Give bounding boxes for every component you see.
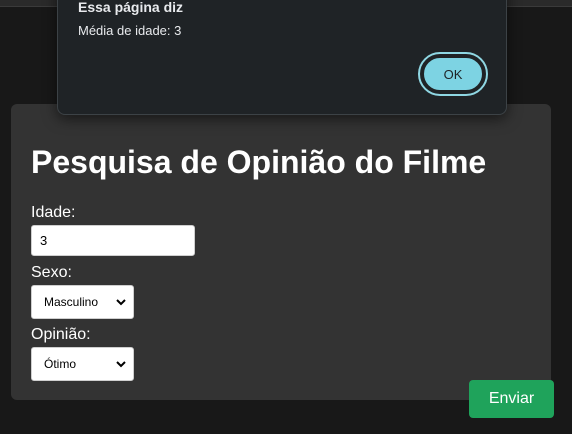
opinion-select-value: Ótimo xyxy=(44,357,77,371)
opinion-label: Opinião: xyxy=(31,326,91,343)
dialog-message: Média de idade: 3 xyxy=(78,23,182,38)
submit-button[interactable]: Enviar xyxy=(469,380,554,418)
sex-select-value: Masculino xyxy=(44,295,99,309)
alert-dialog: Essa página diz Média de idade: 3 OK xyxy=(57,0,507,115)
dialog-ok-focus-ring: OK xyxy=(418,52,488,96)
chevron-down-icon xyxy=(115,296,127,308)
sex-label: Sexo: xyxy=(31,264,72,281)
age-label: Idade: xyxy=(31,204,76,221)
chevron-down-icon xyxy=(115,358,127,370)
age-input[interactable] xyxy=(31,225,195,256)
page-title: Pesquisa de Opinião do Filme xyxy=(31,144,487,180)
dialog-ok-button[interactable]: OK xyxy=(422,56,484,92)
dialog-title: Essa página diz xyxy=(78,0,184,15)
sex-select[interactable]: Masculino xyxy=(31,285,134,319)
survey-form: Pesquisa de Opinião do Filme Idade: Sexo… xyxy=(11,104,551,400)
opinion-select[interactable]: Ótimo xyxy=(31,347,134,381)
